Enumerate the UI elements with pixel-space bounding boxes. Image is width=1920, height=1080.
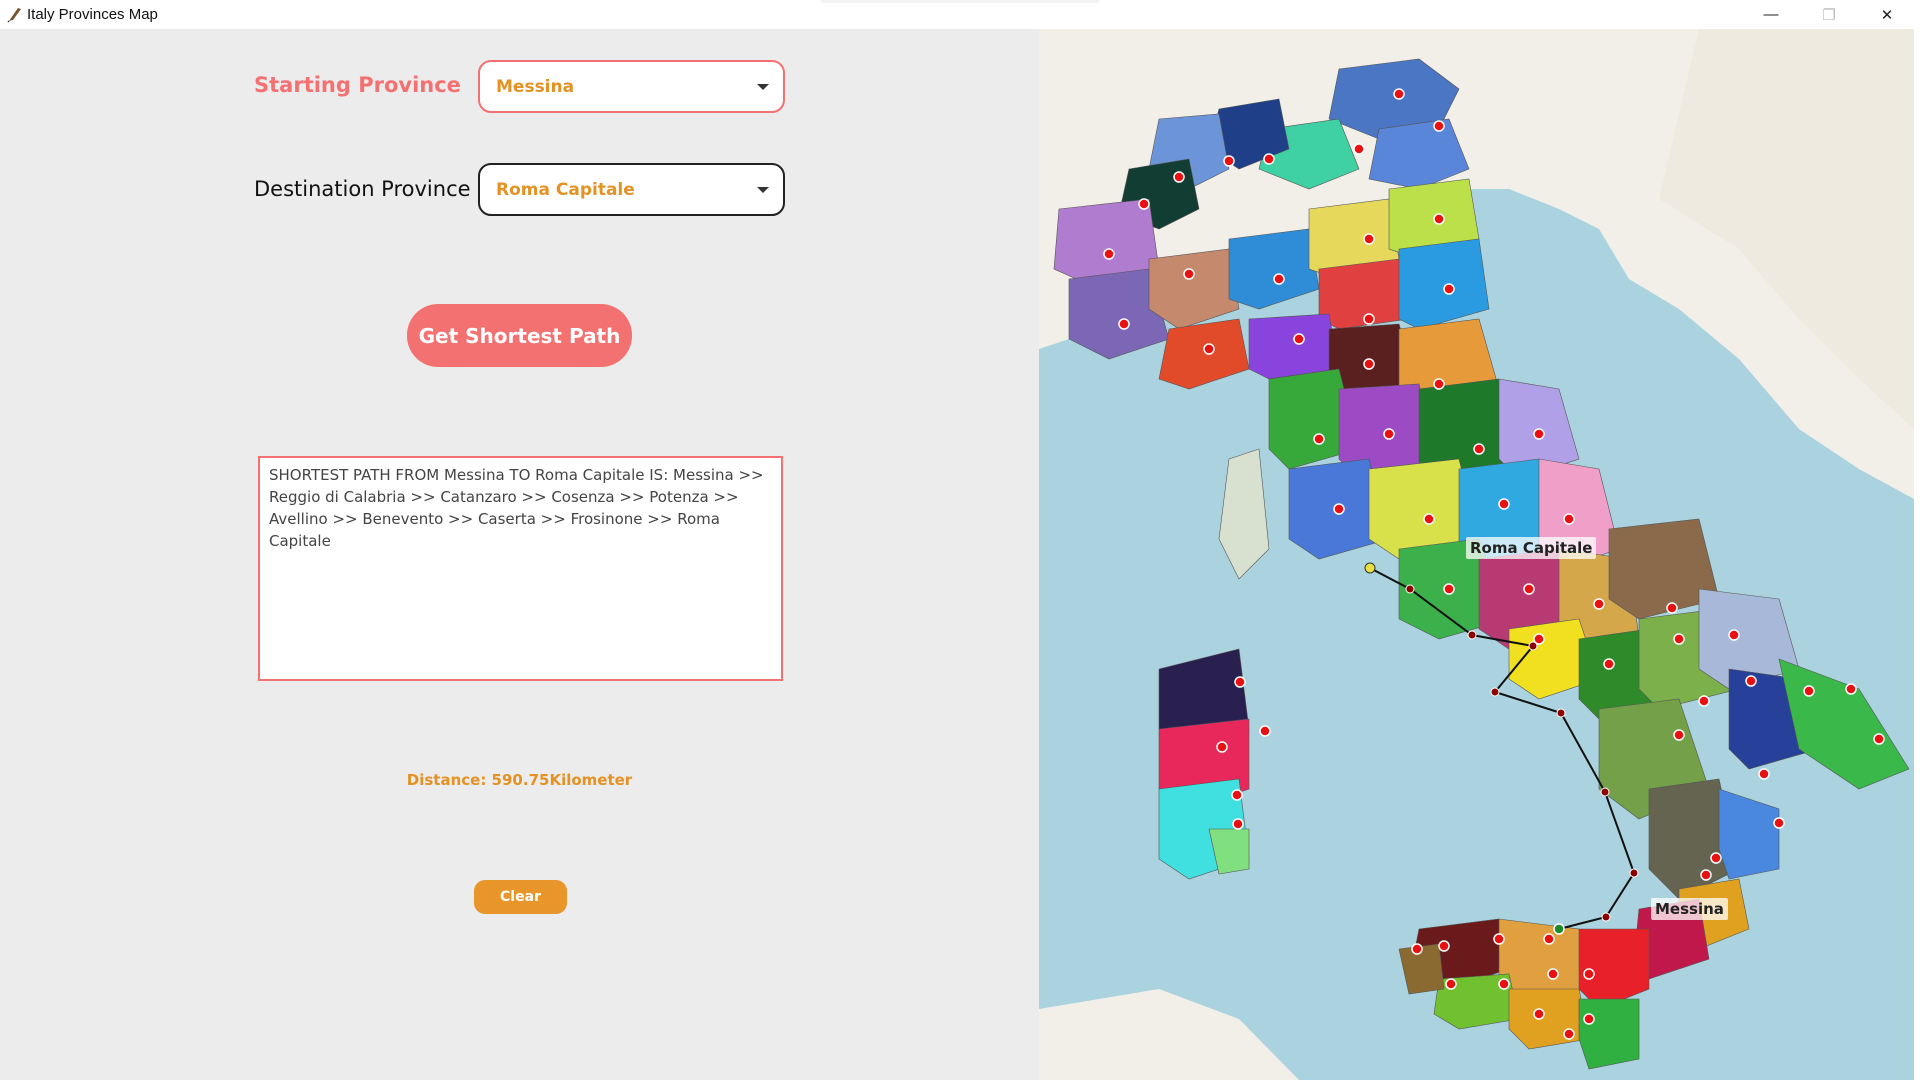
close-button[interactable]: ✕ [1858,0,1916,29]
map-view[interactable]: Roma Capitale Messina [1039,29,1914,1080]
destination-province-label: Destination Province [254,177,471,201]
maximize-button[interactable]: ❐ [1800,0,1858,29]
start-marker [1553,923,1565,935]
end-marker [1364,562,1376,574]
starting-province-dropdown[interactable]: Messina [478,60,785,113]
title-bar: Italy Provinces Map — ❐ ✕ [0,0,1920,29]
roma-capitale-map-label: Roma Capitale [1466,537,1597,559]
chevron-down-icon [757,187,769,193]
control-panel: Starting Province Messina Destination Pr… [0,29,1039,1080]
window-title: Italy Provinces Map [27,6,158,23]
starting-province-value: Messina [496,77,575,97]
app-feather-icon [7,8,21,23]
africa-coast [1039,989,1299,1080]
starting-province-label: Starting Province [254,73,461,97]
destination-province-value: Roma Capitale [496,180,635,200]
get-shortest-path-button[interactable]: Get Shortest Path [407,304,632,367]
chevron-down-icon [757,84,769,90]
window-right-edge [1914,29,1920,1080]
distance-label: Distance: 590.75Kilometer [406,771,633,789]
minimize-button[interactable]: — [1742,0,1800,29]
title-tab-strip [820,0,1100,3]
result-textbox[interactable]: SHORTEST PATH FROM Messina TO Roma Capit… [258,456,783,681]
destination-province-dropdown[interactable]: Roma Capitale [478,163,785,216]
clear-button[interactable]: Clear [474,880,567,914]
messina-map-label: Messina [1651,898,1728,920]
